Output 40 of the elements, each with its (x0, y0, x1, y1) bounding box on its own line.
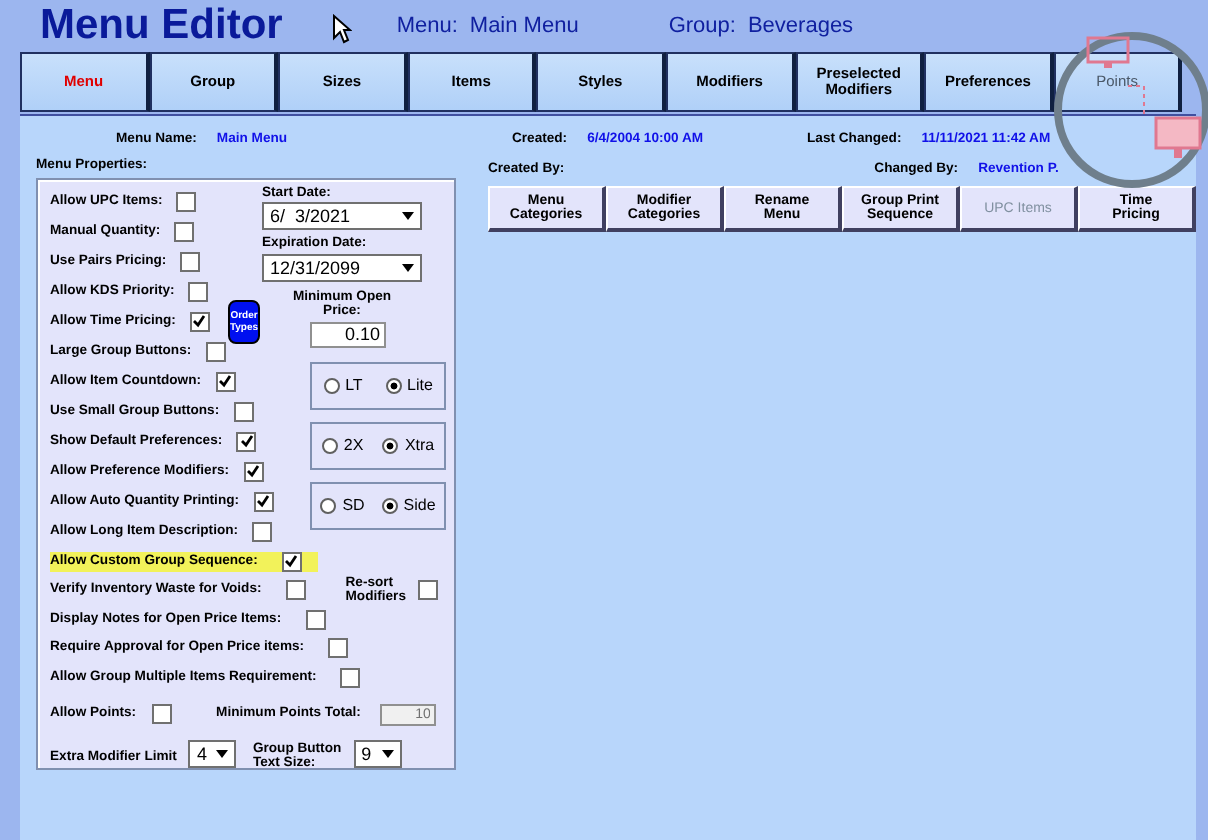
minimum-open-price-field[interactable]: 0.10 (310, 321, 386, 348)
caret-icon (216, 750, 229, 759)
checkbox[interactable] (236, 431, 257, 452)
checkbox[interactable] (305, 609, 326, 629)
start-date-dropdown[interactable]: 6/ 3/2021 (262, 202, 422, 231)
checkbox[interactable] (152, 704, 173, 724)
checkbox[interactable] (233, 401, 254, 422)
checkbox[interactable] (417, 580, 438, 600)
checkbox[interactable] (285, 580, 306, 600)
radio-option[interactable]: SD (320, 496, 365, 515)
caret-icon (402, 263, 414, 271)
page-title: Menu Editor (40, 2, 283, 50)
caret-icon (381, 750, 394, 759)
radio-option[interactable]: Xtra (382, 436, 435, 455)
checkbox[interactable] (188, 281, 209, 302)
checkbox[interactable] (281, 551, 302, 571)
expiration-date-dropdown[interactable]: 12/31/2099 (262, 253, 422, 281)
checkbox[interactable] (243, 461, 264, 482)
radio-option[interactable]: Side (381, 496, 436, 515)
text-size-dropdown[interactable]: 9 (353, 740, 402, 769)
radio-option[interactable]: 2X (321, 436, 364, 455)
checkbox[interactable] (205, 341, 226, 362)
cursor-icon (332, 13, 353, 43)
group-value: Beverages (747, 14, 854, 38)
menu-label: Menu: (396, 14, 458, 38)
checkbox[interactable] (340, 667, 361, 687)
group-label: Group: (668, 14, 736, 38)
checkbox[interactable] (174, 221, 195, 242)
checkbox[interactable] (189, 311, 210, 332)
checkbox[interactable] (253, 491, 274, 512)
checkbox[interactable] (328, 638, 349, 658)
checkbox[interactable] (176, 191, 197, 212)
extra-modifier-dropdown[interactable]: 4 (188, 740, 237, 769)
checkbox[interactable] (215, 371, 236, 392)
caret-icon (402, 212, 414, 221)
checkbox[interactable] (180, 251, 201, 272)
radio-option[interactable]: LT (323, 376, 363, 395)
menu-value: Main Menu (469, 14, 579, 38)
checkbox[interactable] (252, 521, 273, 542)
radio-option[interactable]: Lite (385, 376, 433, 395)
